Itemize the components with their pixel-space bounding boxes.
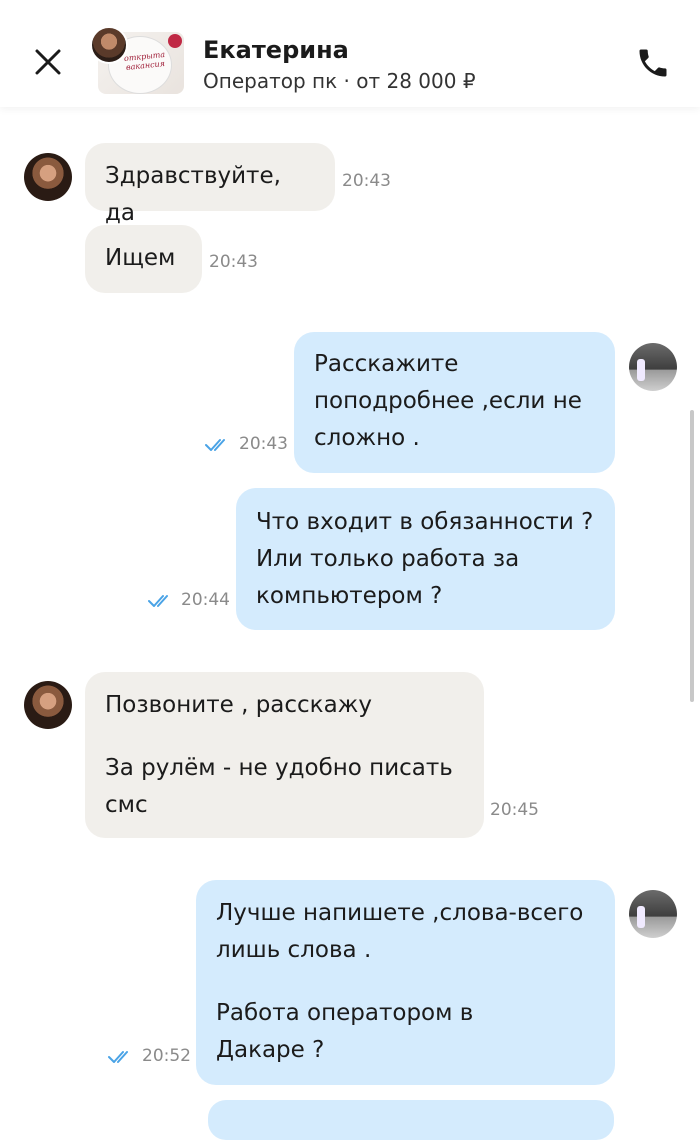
contact-name[interactable]: Екатерина [203, 36, 349, 64]
my-avatar [629, 890, 677, 938]
message-text: Ищем [105, 245, 176, 271]
message-bubble-outgoing-partial[interactable] [208, 1100, 614, 1140]
message-time: 20:52 [142, 1046, 191, 1066]
message-text: Расскажите [314, 351, 459, 377]
message-bubble-incoming[interactable]: Ищем [85, 225, 202, 293]
contact-avatar[interactable] [90, 26, 128, 64]
thumbnail-decoration [168, 34, 182, 48]
scrollbar[interactable] [690, 410, 694, 702]
message-time: 20:43 [342, 171, 391, 191]
message-text: Здравствуйте, да [105, 163, 281, 226]
close-icon [35, 49, 61, 75]
message-time: 20:43 [209, 252, 258, 272]
message-text: сложно . [314, 425, 420, 451]
message-bubble-outgoing[interactable]: Что входит в обязанности ? Или только ра… [236, 488, 615, 630]
message-bubble-incoming[interactable]: Здравствуйте, да [85, 143, 335, 226]
read-ticks-icon [205, 439, 225, 451]
message-text: поподробнее ,если не [314, 388, 582, 414]
message-text: Дакаре ? [216, 1037, 325, 1063]
message-text: За рулём - не удобно писать [105, 755, 453, 781]
message-text: Лучше напишете ,слова-всего [216, 900, 584, 926]
read-ticks-icon [148, 595, 168, 607]
phone-icon [639, 49, 667, 77]
message-text: Позвоните , расскажу [105, 692, 372, 718]
chat-header: открыта вакансия Екатерина Оператор пк ·… [0, 0, 700, 107]
message-text: лишь слова . [216, 937, 372, 963]
message-time: 20:45 [490, 800, 539, 820]
message-text: компьютером ? [256, 583, 443, 609]
close-button[interactable] [28, 42, 68, 82]
message-bubble-outgoing[interactable]: Лучше напишете ,слова-всего лишь слова .… [196, 880, 615, 1085]
call-button[interactable] [630, 40, 676, 86]
message-list[interactable]: Здравствуйте, да 20:43 Ищем 20:43 Расска… [0, 107, 700, 1123]
my-avatar [629, 343, 677, 391]
message-time: 20:44 [181, 590, 230, 610]
message-text: смс [105, 792, 148, 818]
message-text: Работа оператором в [216, 1000, 474, 1026]
read-ticks-icon [108, 1051, 128, 1063]
sender-avatar [24, 153, 72, 201]
message-time: 20:43 [239, 434, 288, 454]
sender-avatar [24, 681, 72, 729]
message-bubble-outgoing[interactable]: Расскажите поподробнее ,если не сложно . [294, 332, 615, 473]
message-text: Или только работа за [256, 546, 520, 572]
message-bubble-incoming[interactable]: Позвоните , расскажу За рулём - не удобн… [85, 672, 484, 838]
listing-subtitle[interactable]: Оператор пк · от 28 000 ₽ [203, 69, 476, 93]
message-text: Что входит в обязанности ? [256, 509, 594, 535]
